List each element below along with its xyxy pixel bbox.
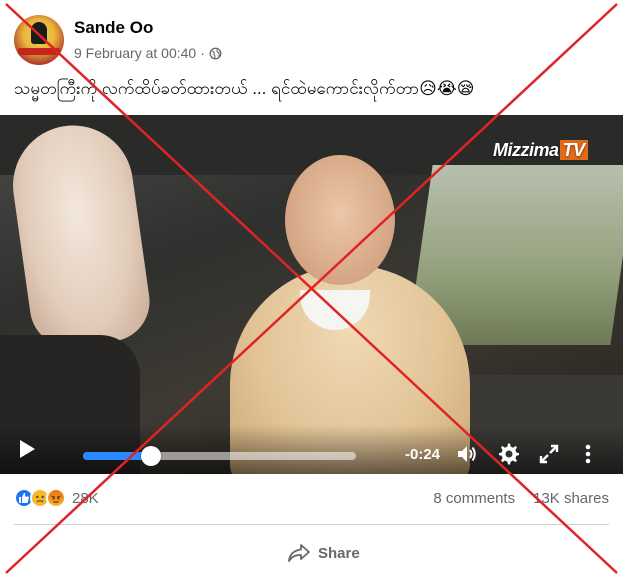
video-watermark: Mizzima TV [493, 140, 588, 161]
time-remaining: -0:24 [405, 446, 441, 463]
fullscreen-icon[interactable] [537, 442, 561, 466]
play-icon[interactable] [18, 439, 36, 459]
post-header: Sande Oo 9 February at 00:40 · [14, 15, 614, 67]
share-arrow-icon [288, 544, 310, 562]
share-label: Share [318, 544, 360, 562]
angry-reaction-icon [46, 488, 66, 508]
avatar-figure [31, 22, 47, 44]
gear-icon[interactable] [497, 442, 521, 466]
footer-divider [14, 524, 609, 525]
avatar-banner [18, 48, 60, 55]
post-caption: သမ္မတကြီးကို လက်ထိပ်ခတ်ထားတယ် ... ရင်ထဲမ… [14, 79, 475, 98]
reaction-count: 28K [72, 489, 99, 507]
comments-count[interactable]: 8 comments [433, 490, 515, 507]
more-vertical-icon[interactable] [576, 442, 600, 466]
engagement-stats: 8 comments 13K shares [433, 490, 609, 507]
author-name[interactable]: Sande Oo [74, 18, 153, 38]
progress-track[interactable] [83, 452, 356, 460]
post-meta: 9 February at 00:40 · [74, 45, 222, 61]
watermark-brand: Mizzima [493, 140, 559, 160]
progress-scrubber[interactable] [141, 446, 162, 466]
volume-icon[interactable] [455, 442, 479, 466]
video-player[interactable]: Mizzima TV -0:24 [0, 115, 623, 474]
facebook-post: Sande Oo 9 February at 00:40 · သမ္မတကြီး… [0, 0, 623, 577]
shares-count[interactable]: 13K shares [533, 490, 609, 507]
post-timestamp[interactable]: 9 February at 00:40 [74, 45, 196, 61]
author-avatar[interactable] [14, 15, 64, 65]
video-person-head [285, 155, 395, 285]
video-controls: -0:24 [0, 425, 623, 474]
share-button[interactable]: Share [288, 538, 360, 568]
globe-icon[interactable] [209, 47, 222, 60]
watermark-tv: TV [559, 140, 588, 160]
reaction-summary[interactable]: 28K [14, 487, 99, 509]
meta-separator: · [200, 45, 205, 61]
